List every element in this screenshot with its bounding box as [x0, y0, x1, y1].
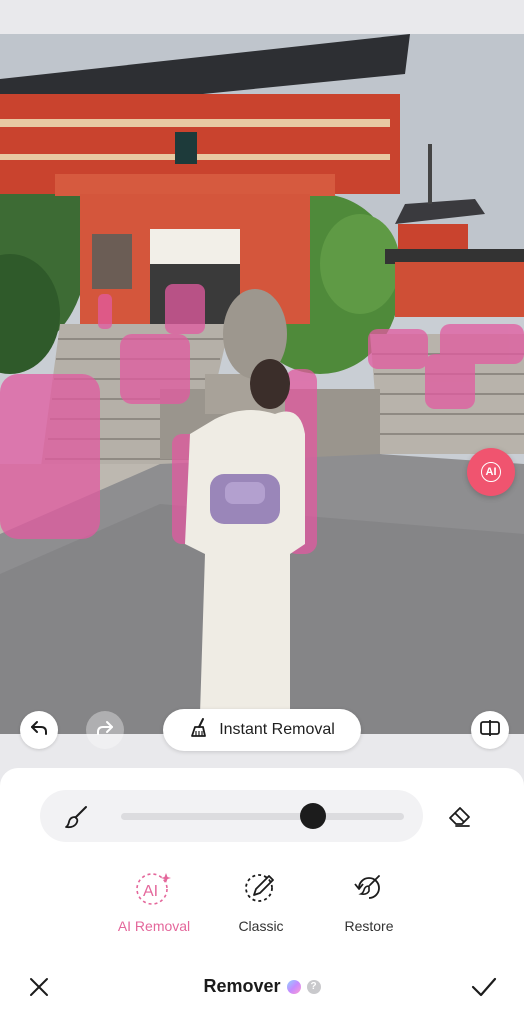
- tool-classic[interactable]: Classic: [211, 870, 311, 934]
- tool-label-classic: Classic: [238, 918, 284, 934]
- redo-icon: [95, 718, 115, 743]
- footer-title-bar: Remover ?: [0, 976, 524, 997]
- tool-label-restore: Restore: [344, 918, 394, 934]
- ai-detect-button[interactable]: AI: [467, 448, 515, 496]
- confirm-button[interactable]: [470, 974, 498, 1005]
- help-icon[interactable]: ?: [306, 979, 321, 994]
- svg-text:AI: AI: [143, 883, 158, 900]
- check-icon: [471, 977, 497, 997]
- tool-restore[interactable]: Restore: [319, 870, 419, 934]
- ai-fab-label: AI: [481, 462, 501, 482]
- redo-button[interactable]: [86, 711, 124, 749]
- compare-icon: [479, 717, 501, 744]
- page-title: Remover: [203, 976, 281, 996]
- instant-removal-label: Instant Removal: [219, 721, 335, 738]
- instant-removal-button[interactable]: Instant Removal: [163, 709, 361, 751]
- brush-icon[interactable]: [64, 804, 90, 835]
- undo-button[interactable]: [20, 711, 58, 749]
- tool-label-ai-removal: AI Removal: [117, 918, 191, 934]
- restore-brush-icon: [319, 870, 419, 906]
- brush-size-slider[interactable]: [121, 813, 404, 820]
- eraser-icon[interactable]: [447, 804, 473, 835]
- broom-icon: [189, 717, 211, 744]
- lasso-pen-icon: [211, 870, 311, 906]
- status-bar-area: [0, 0, 524, 34]
- undo-icon: [29, 718, 49, 743]
- compare-button[interactable]: [471, 711, 509, 749]
- premium-gem-icon: [286, 979, 301, 994]
- ai-icon: AI: [104, 870, 204, 906]
- photo-canvas[interactable]: [0, 34, 524, 734]
- tool-ai-removal[interactable]: AI AI Removal: [104, 870, 204, 934]
